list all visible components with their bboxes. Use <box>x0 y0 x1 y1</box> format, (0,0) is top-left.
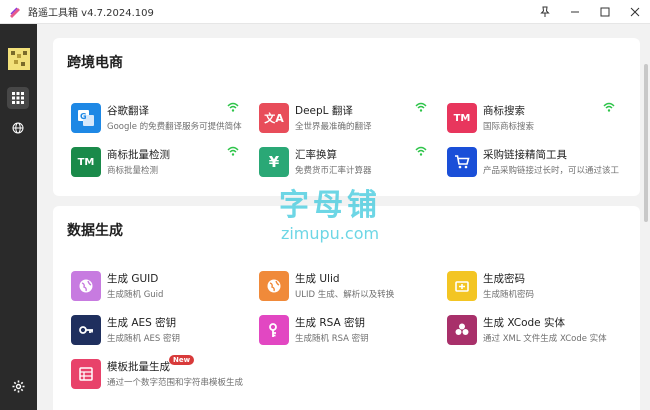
tool-name: 生成密码 <box>483 273 525 285</box>
puzzle-icon <box>447 315 477 345</box>
tool-name: 生成 AES 密钥 <box>107 317 177 329</box>
online-wifi-icon <box>415 146 427 156</box>
globe-icon <box>259 271 289 301</box>
tool-name: 商标批量检测 <box>107 149 170 161</box>
tool-desc: Google 的免费翻译服务可提供简体 <box>107 122 242 132</box>
tool-name: 商标搜索 <box>483 105 525 117</box>
tool-name: 生成 GUID <box>107 273 159 285</box>
tool-desc: 生成随机密码 <box>483 290 535 300</box>
pixel-logo-icon <box>8 48 30 70</box>
sidebar <box>0 24 37 410</box>
online-wifi-icon <box>227 102 239 112</box>
sidebar-item-tools[interactable] <box>7 87 29 109</box>
tool-desc: 国际商标搜索 <box>483 122 535 132</box>
key-icon <box>71 315 101 345</box>
new-badge: New <box>169 355 195 365</box>
app-avatar[interactable] <box>8 48 30 70</box>
tool-generate-rsa-key[interactable]: 生成 RSA 密钥 生成随机 RSA 密钥 <box>259 314 447 350</box>
tool-generate-ulid[interactable]: 生成 Ulid ULID 生成、解析以及转换 <box>259 270 447 306</box>
tool-name: DeepL 翻译 <box>295 105 353 117</box>
tool-desc: ULID 生成、解析以及转换 <box>295 290 395 300</box>
minimize-button[interactable] <box>560 0 590 24</box>
online-wifi-icon <box>227 146 239 156</box>
sidebar-item-web[interactable] <box>7 117 29 139</box>
key-icon <box>259 315 289 345</box>
settings-button[interactable] <box>7 375 29 397</box>
tool-desc: 免费货币汇率计算器 <box>295 166 372 176</box>
tool-name: 生成 RSA 密钥 <box>295 317 366 329</box>
globe-icon <box>12 122 24 134</box>
tool-purchase-link-simplifier[interactable]: 采购链接精简工具 产品采购链接过长时，可以通过该工 <box>447 146 635 182</box>
password-icon <box>447 271 477 301</box>
main-content[interactable]: 跨境电商 G 谷歌翻译 Google 的免费翻译服务可提供简体 文A DeepL… <box>37 24 650 410</box>
tool-exchange-rate[interactable]: ¥ 汇率换算 免费货币汇率计算器 <box>259 146 447 182</box>
section-cross-border-ecommerce: 跨境电商 G 谷歌翻译 Google 的免费翻译服务可提供简体 文A DeepL… <box>53 38 640 196</box>
tool-trademark-batch-check[interactable]: TM 商标批量检测 商标批量检测 <box>71 146 259 182</box>
maximize-button[interactable] <box>590 0 620 24</box>
pin-icon <box>540 6 550 17</box>
tool-name: 采购链接精简工具 <box>483 149 567 161</box>
maximize-icon <box>600 7 610 16</box>
tool-generate-aes-key[interactable]: 生成 AES 密钥 生成随机 AES 密钥 <box>71 314 259 350</box>
window-title: 路遥工具箱 v4.7.2024.109 <box>28 8 154 19</box>
tool-desc: 全世界最准确的翻译 <box>295 122 372 132</box>
tool-name: 谷歌翻译 <box>107 105 149 117</box>
tool-desc: 生成随机 RSA 密钥 <box>295 334 369 344</box>
yen-icon: ¥ <box>259 147 289 177</box>
template-icon <box>71 359 101 389</box>
section-title: 跨境电商 <box>67 55 123 71</box>
tool-desc: 生成随机 AES 密钥 <box>107 334 180 344</box>
tool-name: 模板批量生成 <box>107 361 170 373</box>
tool-google-translate[interactable]: G 谷歌翻译 Google 的免费翻译服务可提供简体 <box>71 102 259 138</box>
tool-generate-guid[interactable]: 生成 GUID 生成随机 Guid <box>71 270 259 306</box>
tool-name: 汇率换算 <box>295 149 337 161</box>
globe-icon <box>71 271 101 301</box>
tool-generate-password[interactable]: 生成密码 生成随机密码 <box>447 270 635 306</box>
translate-icon: 文A <box>259 103 289 133</box>
pin-button[interactable] <box>530 0 560 24</box>
tool-desc: 产品采购链接过长时，可以通过该工 <box>483 166 620 176</box>
tool-name: 生成 Ulid <box>295 273 340 285</box>
svg-text:G: G <box>80 112 87 121</box>
online-wifi-icon <box>603 102 615 112</box>
tool-template-batch-generate[interactable]: 模板批量生成 通过一个数字范围和字符串模板生成 New <box>71 355 259 394</box>
tool-trademark-search[interactable]: TM 商标搜索 国际商标搜索 <box>447 102 635 138</box>
trademark-icon: TM <box>447 103 477 133</box>
online-wifi-icon <box>415 102 427 112</box>
trademark-icon: TM <box>71 147 101 177</box>
tool-desc: 生成随机 Guid <box>107 290 164 300</box>
translate-icon: G <box>71 103 101 133</box>
section-data-generation: 数据生成 生成 GUID 生成随机 Guid 生成 Ulid ULID 生成、解… <box>53 206 640 410</box>
tool-desc: 通过一个数字范围和字符串模板生成 <box>107 378 244 388</box>
tool-deepl-translate[interactable]: 文A DeepL 翻译 全世界最准确的翻译 <box>259 102 447 138</box>
apps-grid-icon <box>12 92 24 104</box>
close-icon <box>630 7 640 16</box>
tool-desc: 通过 XML 文件生成 XCode 实体 <box>483 334 607 344</box>
tool-generate-xcode-entity[interactable]: 生成 XCode 实体 通过 XML 文件生成 XCode 实体 <box>447 314 635 350</box>
section-title: 数据生成 <box>67 223 123 239</box>
tool-desc: 商标批量检测 <box>107 166 159 176</box>
gear-icon <box>12 380 24 392</box>
app-logo-icon <box>10 6 20 18</box>
title-bar: 路遥工具箱 v4.7.2024.109 <box>0 0 650 24</box>
close-button[interactable] <box>620 0 650 24</box>
minimize-icon <box>571 11 579 12</box>
tool-name: 生成 XCode 实体 <box>483 317 565 329</box>
cart-icon <box>447 147 477 177</box>
vertical-scrollbar[interactable] <box>644 64 648 222</box>
